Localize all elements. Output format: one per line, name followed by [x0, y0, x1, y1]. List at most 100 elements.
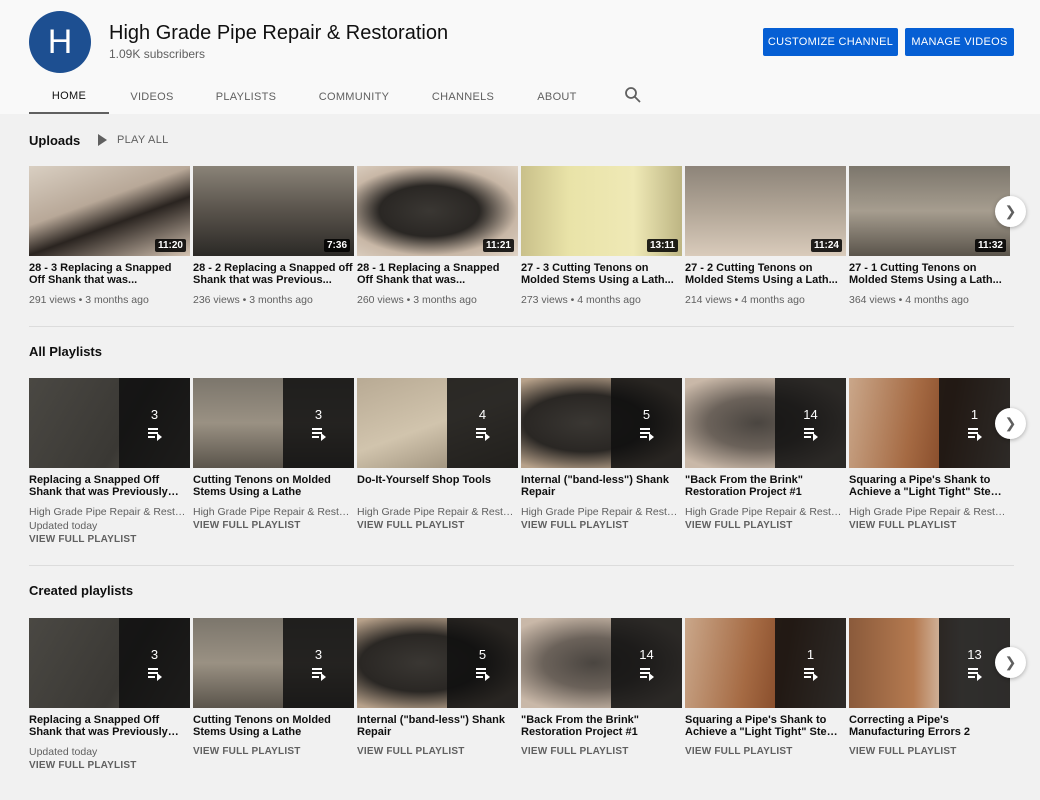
- playlist-owner[interactable]: High Grade Pipe Repair & Restoration: [521, 505, 682, 519]
- playlist-overlay: 4: [447, 378, 518, 468]
- view-full-playlist-link[interactable]: VIEW FULL PLAYLIST: [29, 759, 190, 773]
- playlist-title[interactable]: Replacing a Snapped Off Shank that was P…: [29, 474, 190, 498]
- playlist-title[interactable]: Squaring a Pipe's Shank to Achieve a "Li…: [849, 474, 1010, 498]
- view-full-playlist-link[interactable]: VIEW FULL PLAYLIST: [849, 519, 1010, 533]
- customize-channel-button[interactable]: CUSTOMIZE CHANNEL: [763, 28, 898, 56]
- video-meta: 236 views • 3 months ago: [193, 294, 313, 306]
- video-title[interactable]: 28 - 1 Replacing a Snapped Off Shank tha…: [357, 262, 518, 286]
- playlist-card[interactable]: 1 Squaring a Pipe's Shank to Achieve a "…: [685, 618, 846, 759]
- channel-header: H High Grade Pipe Repair & Restoration 1…: [0, 0, 1040, 114]
- playlist-thumbnail[interactable]: 3: [193, 618, 354, 708]
- playlist-card[interactable]: 3 Replacing a Snapped Off Shank that was…: [29, 378, 190, 547]
- search-icon[interactable]: [624, 86, 642, 104]
- video-thumbnail[interactable]: 7:36: [193, 166, 354, 256]
- playlist-title[interactable]: Internal ("band-less") Shank Repair: [521, 474, 682, 498]
- video-title[interactable]: 27 - 1 Cutting Tenons on Molded Stems Us…: [849, 262, 1010, 286]
- playlist-thumbnail[interactable]: 3: [29, 378, 190, 468]
- playlist-title[interactable]: Do-It-Yourself Shop Tools: [357, 474, 518, 498]
- video-thumbnail[interactable]: 11:20: [29, 166, 190, 256]
- playlist-title[interactable]: "Back From the Brink" Restoration Projec…: [521, 714, 682, 738]
- playlist-title[interactable]: Internal ("band-less") Shank Repair: [357, 714, 518, 738]
- playlist-count: 4: [478, 406, 487, 422]
- chevron-right-icon[interactable]: ❯: [995, 647, 1026, 678]
- video-title[interactable]: 27 - 2 Cutting Tenons on Molded Stems Us…: [685, 262, 846, 286]
- channel-name: High Grade Pipe Repair & Restoration: [109, 22, 449, 44]
- video-card[interactable]: 7:36 28 - 2 Replacing a Snapped off Shan…: [193, 166, 354, 307]
- playlist-card[interactable]: 13 Correcting a Pipe's Manufacturing Err…: [849, 618, 1010, 759]
- playlist-card[interactable]: 5 Internal ("band-less") Shank Repair Hi…: [521, 378, 682, 533]
- tab-about[interactable]: ABOUT: [517, 80, 597, 114]
- created-playlists-heading: Created playlists: [29, 583, 134, 598]
- playlist-thumbnail[interactable]: 3: [193, 378, 354, 468]
- playlist-title[interactable]: "Back From the Brink" Restoration Projec…: [685, 474, 846, 498]
- video-card[interactable]: 11:32 27 - 1 Cutting Tenons on Molded St…: [849, 166, 1010, 307]
- playlist-overlay: 3: [119, 618, 190, 708]
- playlist-thumbnail[interactable]: 4: [357, 378, 518, 468]
- playlist-card[interactable]: 3 Cutting Tenons on Molded Stems Using a…: [193, 618, 354, 759]
- playlist-icon: [803, 667, 818, 681]
- playlist-card[interactable]: 1 Squaring a Pipe's Shank to Achieve a "…: [849, 378, 1010, 533]
- tab-home[interactable]: HOME: [29, 80, 109, 114]
- playlist-owner[interactable]: High Grade Pipe Repair & Restoration: [29, 505, 190, 519]
- video-thumbnail[interactable]: 13:11: [521, 166, 682, 256]
- playlist-card[interactable]: 14 "Back From the Brink" Restoration Pro…: [685, 378, 846, 533]
- video-card[interactable]: 11:24 27 - 2 Cutting Tenons on Molded St…: [685, 166, 846, 307]
- view-full-playlist-link[interactable]: VIEW FULL PLAYLIST: [357, 519, 518, 533]
- view-full-playlist-link[interactable]: VIEW FULL PLAYLIST: [521, 519, 682, 533]
- playlist-thumbnail[interactable]: 5: [357, 618, 518, 708]
- playlist-card[interactable]: 3 Replacing a Snapped Off Shank that was…: [29, 618, 190, 773]
- playlist-title[interactable]: Replacing a Snapped Off Shank that was P…: [29, 714, 190, 738]
- playlist-title[interactable]: Cutting Tenons on Molded Stems Using a L…: [193, 474, 354, 498]
- video-thumbnail[interactable]: 11:24: [685, 166, 846, 256]
- playlist-owner[interactable]: High Grade Pipe Repair & Restoration: [685, 505, 846, 519]
- playlist-thumbnail[interactable]: 5: [521, 378, 682, 468]
- playlist-title[interactable]: Cutting Tenons on Molded Stems Using a L…: [193, 714, 354, 738]
- manage-videos-button[interactable]: MANAGE VIDEOS: [905, 28, 1014, 56]
- view-full-playlist-link[interactable]: VIEW FULL PLAYLIST: [849, 745, 1010, 759]
- tab-community[interactable]: COMMUNITY: [314, 80, 394, 114]
- view-full-playlist-link[interactable]: VIEW FULL PLAYLIST: [193, 519, 354, 533]
- view-full-playlist-link[interactable]: VIEW FULL PLAYLIST: [521, 745, 682, 759]
- view-full-playlist-link[interactable]: VIEW FULL PLAYLIST: [685, 519, 846, 533]
- playlist-thumbnail[interactable]: 14: [521, 618, 682, 708]
- tab-videos[interactable]: VIDEOS: [112, 80, 192, 114]
- playlist-thumbnail[interactable]: 3: [29, 618, 190, 708]
- video-thumbnail[interactable]: 11:21: [357, 166, 518, 256]
- playlist-card[interactable]: 5 Internal ("band-less") Shank Repair VI…: [357, 618, 518, 759]
- playlist-icon: [967, 667, 982, 681]
- video-title[interactable]: 28 - 3 Replacing a Snapped Off Shank tha…: [29, 262, 190, 286]
- chevron-right-icon[interactable]: ❯: [995, 408, 1026, 439]
- playlist-thumbnail[interactable]: 14: [685, 378, 846, 468]
- playlist-title[interactable]: Correcting a Pipe's Manufacturing Errors…: [849, 714, 1010, 738]
- video-title[interactable]: 27 - 3 Cutting Tenons on Molded Stems Us…: [521, 262, 682, 286]
- playlist-thumbnail[interactable]: 13: [849, 618, 1010, 708]
- play-icon: [98, 134, 107, 146]
- view-full-playlist-link[interactable]: VIEW FULL PLAYLIST: [357, 745, 518, 759]
- chevron-right-icon[interactable]: ❯: [995, 196, 1026, 227]
- video-meta: 214 views • 4 months ago: [685, 294, 805, 306]
- playlist-owner[interactable]: High Grade Pipe Repair & Restoration: [357, 505, 518, 519]
- playlist-card[interactable]: 3 Cutting Tenons on Molded Stems Using a…: [193, 378, 354, 533]
- tab-playlists[interactable]: PLAYLISTS: [206, 80, 286, 114]
- playlist-icon: [147, 667, 162, 681]
- video-thumbnail[interactable]: 11:32: [849, 166, 1010, 256]
- video-title[interactable]: 28 - 2 Replacing a Snapped off Shank tha…: [193, 262, 354, 286]
- view-full-playlist-link[interactable]: VIEW FULL PLAYLIST: [29, 533, 190, 547]
- playlist-owner[interactable]: High Grade Pipe Repair & Restoration: [849, 505, 1010, 519]
- video-duration: 7:36: [323, 239, 350, 252]
- video-card[interactable]: 11:21 28 - 1 Replacing a Snapped Off Sha…: [357, 166, 518, 307]
- playlist-owner[interactable]: High Grade Pipe Repair & Restoration: [193, 505, 354, 519]
- playlist-card[interactable]: 4 Do-It-Yourself Shop Tools High Grade P…: [357, 378, 518, 533]
- view-full-playlist-link[interactable]: VIEW FULL PLAYLIST: [193, 745, 354, 759]
- play-all-button[interactable]: PLAY ALL: [98, 134, 169, 146]
- channel-avatar[interactable]: H: [29, 11, 91, 73]
- playlist-card[interactable]: 14 "Back From the Brink" Restoration Pro…: [521, 618, 682, 759]
- playlist-thumbnail[interactable]: 1: [685, 618, 846, 708]
- video-card[interactable]: 11:20 28 - 3 Replacing a Snapped Off Sha…: [29, 166, 190, 307]
- tab-channels[interactable]: CHANNELS: [423, 80, 503, 114]
- view-full-playlist-link[interactable]: VIEW FULL PLAYLIST: [685, 745, 846, 759]
- video-card[interactable]: 13:11 27 - 3 Cutting Tenons on Molded St…: [521, 166, 682, 307]
- playlist-title[interactable]: Squaring a Pipe's Shank to Achieve a "Li…: [685, 714, 846, 738]
- playlist-thumbnail[interactable]: 1: [849, 378, 1010, 468]
- playlist-icon: [311, 667, 326, 681]
